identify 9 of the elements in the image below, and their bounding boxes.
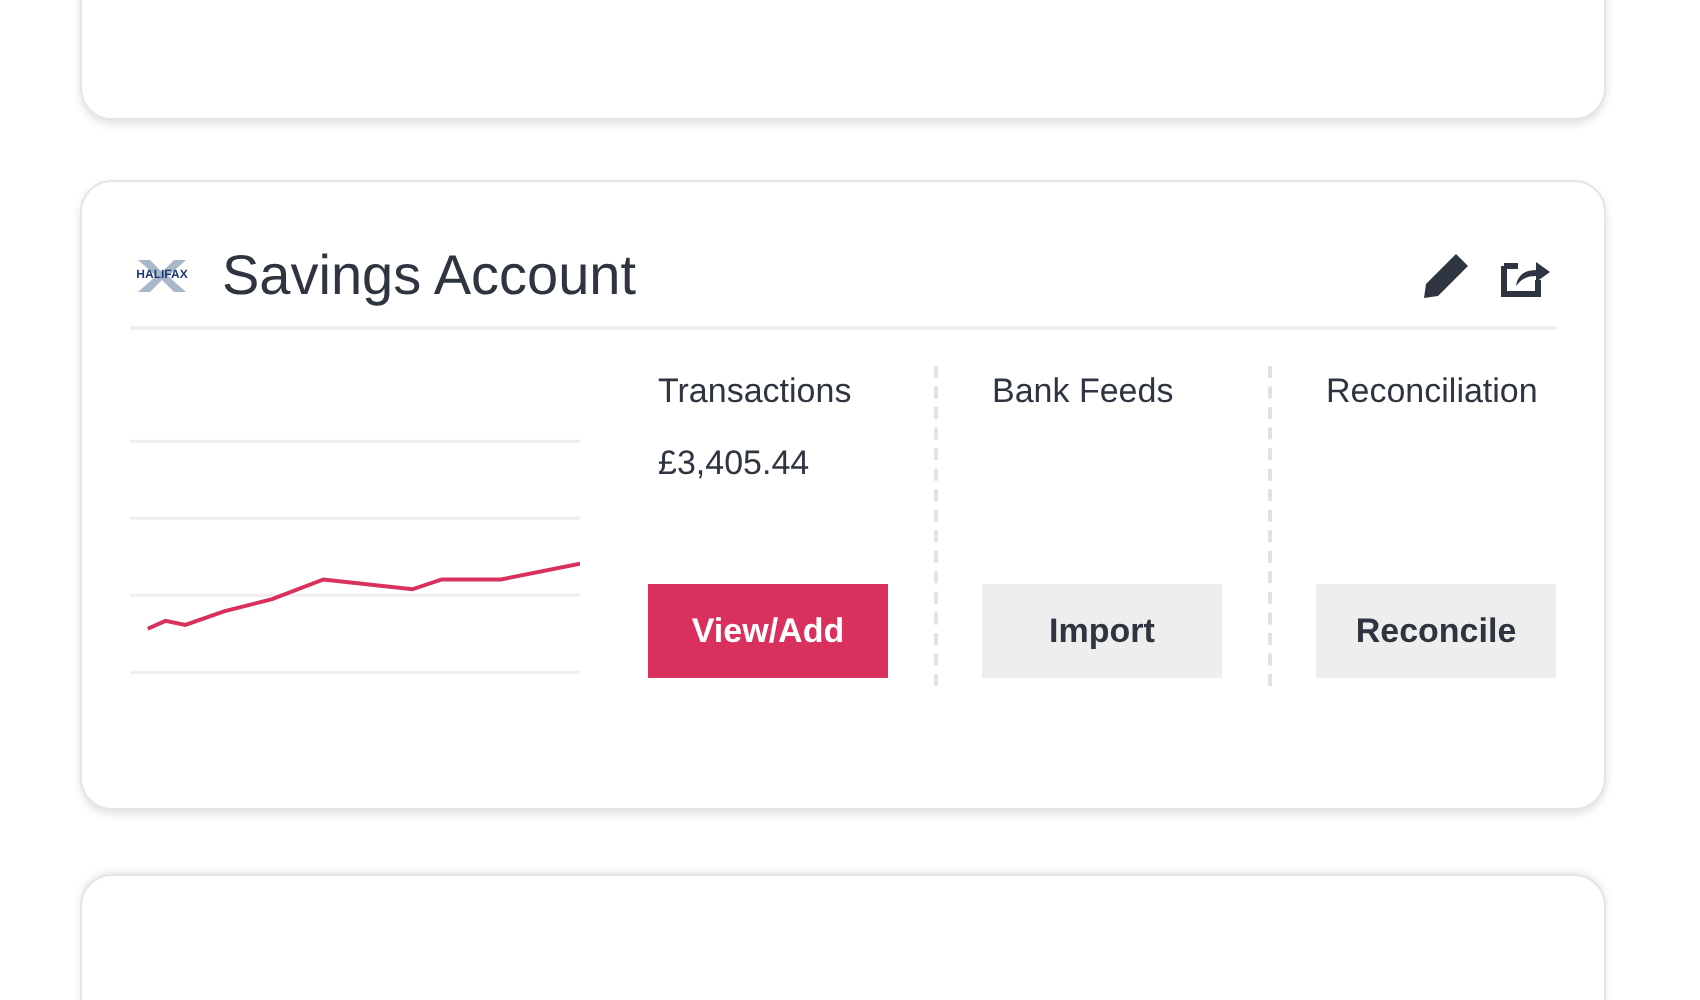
action-button[interactable]: Reconcile (1316, 584, 1556, 678)
account-title: Savings Account (222, 242, 637, 310)
balance-amount: £3,405.44 (658, 441, 812, 485)
section-title: Reconciliation (1326, 370, 1540, 414)
section-title: Bank Feeds (992, 370, 1176, 414)
pencil-icon[interactable] (1420, 250, 1472, 302)
action-button[interactable]: Import (982, 584, 1222, 678)
section-title: Transactions (658, 370, 854, 414)
action-button[interactable]: View/Add (648, 584, 888, 678)
